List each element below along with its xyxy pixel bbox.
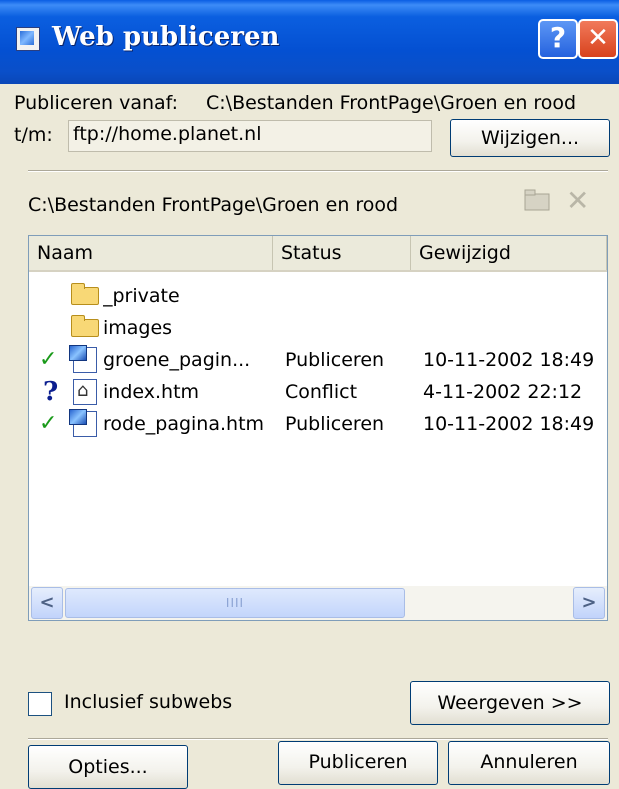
item-name: index.htm [103, 381, 200, 403]
folder-icon [71, 283, 99, 305]
item-modified: 10-11-2002 18:49 [423, 413, 595, 435]
title-bar[interactable]: Web publiceren ? ✕ [0, 0, 619, 84]
publish-check-mark: ✓ [39, 411, 58, 436]
web-page-icon [69, 345, 97, 373]
options-button[interactable]: Opties... [28, 745, 188, 789]
change-button[interactable]: Wijzigen... [450, 119, 610, 157]
close-button[interactable]: ✕ [578, 19, 618, 59]
conflict-question-mark: ? [43, 377, 59, 407]
item-status: Publiceren [285, 349, 385, 371]
list-item[interactable]: ? index.htm Conflict 4-11-2002 22:12 [29, 376, 607, 408]
scroll-left-button[interactable]: < [31, 587, 63, 619]
list-item[interactable]: ✓ rode_pagina.htm Publiceren 10-11-2002 … [29, 408, 607, 440]
column-header-status[interactable]: Status [273, 236, 411, 270]
scroll-right-button[interactable]: > [573, 587, 605, 619]
file-list[interactable]: Naam Status Gewijzigd _private images ✓ … [28, 235, 608, 621]
new-folder-icon[interactable] [524, 186, 552, 219]
list-item[interactable]: _private [29, 280, 607, 312]
window-title: Web publiceren [52, 22, 280, 52]
list-item[interactable]: images [29, 312, 607, 344]
delete-icon[interactable]: ✕ [566, 184, 589, 217]
item-name: rode_pagina.htm [103, 413, 265, 435]
local-path-label: C:\Bestanden FrontPage\Groen en rood [28, 194, 399, 216]
item-modified: 10-11-2002 18:49 [423, 349, 595, 371]
item-status: Publiceren [285, 413, 385, 435]
home-page-icon [73, 379, 97, 405]
publish-to-field[interactable]: ftp://home.planet.nl [68, 120, 432, 152]
include-subwebs-label[interactable]: Inclusief subwebs [64, 691, 232, 713]
web-page-icon [69, 409, 97, 437]
cancel-button[interactable]: Annuleren [448, 741, 610, 785]
list-header: Naam Status Gewijzigd [29, 236, 607, 272]
publish-web-dialog: Web publiceren ? ✕ Publiceren vanaf: C:\… [0, 0, 619, 789]
publish-from-value: C:\Bestanden FrontPage\Groen en rood [206, 92, 577, 114]
separator [28, 738, 608, 740]
publish-button[interactable]: Publiceren [278, 741, 438, 785]
include-subwebs-checkbox[interactable] [28, 692, 52, 716]
web-publish-icon [16, 27, 40, 51]
scroll-thumb[interactable]: IIII [65, 588, 405, 618]
publish-to-label: t/m: [14, 124, 53, 146]
separator [28, 170, 608, 172]
item-modified: 4-11-2002 22:12 [423, 381, 583, 403]
item-name: groene_pagin... [103, 349, 251, 371]
help-button[interactable]: ? [538, 19, 578, 59]
column-header-name[interactable]: Naam [29, 236, 273, 270]
item-name: images [103, 317, 173, 339]
folder-icon [71, 315, 99, 337]
publish-check-mark: ✓ [39, 347, 58, 372]
show-button[interactable]: Weergeven >> [410, 681, 610, 725]
item-status: Conflict [285, 381, 358, 403]
column-header-modified[interactable]: Gewijzigd [411, 236, 607, 270]
list-item[interactable]: ✓ groene_pagin... Publiceren 10-11-2002 … [29, 344, 607, 376]
item-name: _private [103, 285, 180, 307]
publish-from-label: Publiceren vanaf: [14, 92, 179, 114]
horizontal-scrollbar[interactable]: < IIII > [29, 586, 607, 620]
